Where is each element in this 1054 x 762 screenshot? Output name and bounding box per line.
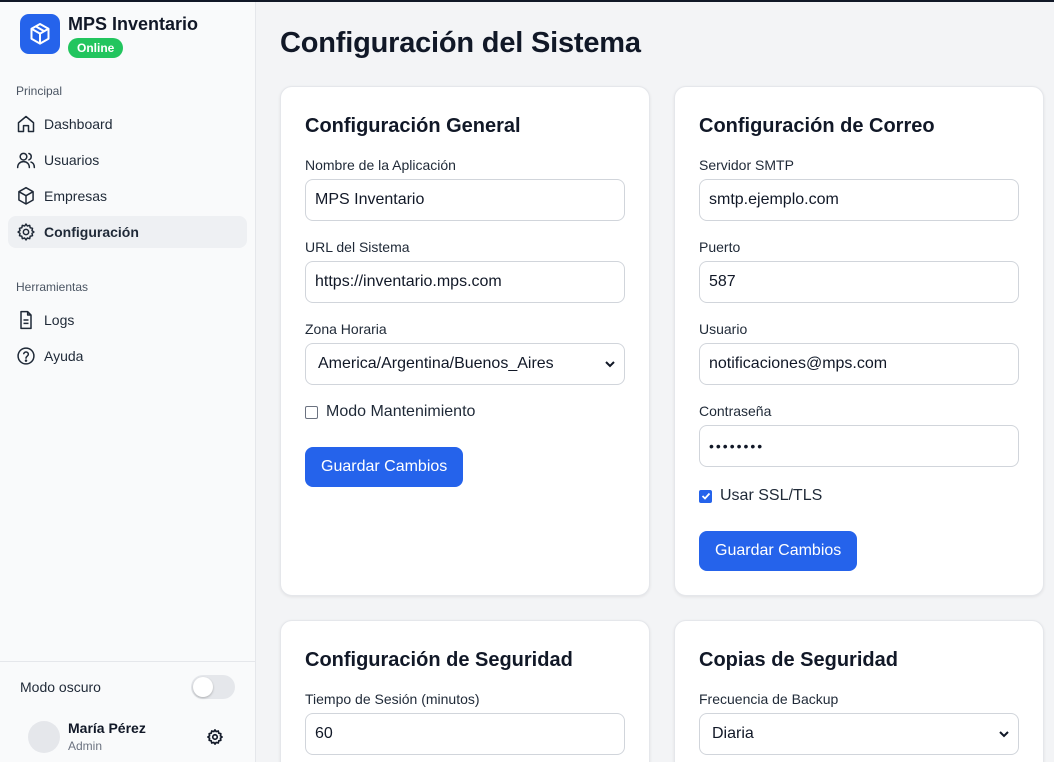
session-time-label: Tiempo de Sesión (minutos) xyxy=(305,691,480,707)
password-field[interactable]: •••••••• xyxy=(699,425,1019,467)
window-top-border xyxy=(0,0,1054,2)
page-title: Configuración del Sistema xyxy=(280,27,641,59)
users-icon xyxy=(16,152,36,169)
session-time-input[interactable] xyxy=(305,713,625,755)
smtp-server-label: Servidor SMTP xyxy=(699,157,794,173)
check-icon xyxy=(701,492,710,500)
app-name-input[interactable] xyxy=(305,179,625,221)
sidebar-item-ayuda[interactable]: Ayuda xyxy=(8,340,247,372)
maintenance-mode-row[interactable]: Modo Mantenimiento xyxy=(305,403,475,421)
card-title: Configuración de Correo xyxy=(699,115,935,137)
section-label-herramientas: Herramientas xyxy=(16,280,89,294)
card-title: Configuración General xyxy=(305,115,521,137)
card-title: Configuración de Seguridad xyxy=(305,649,573,671)
save-general-button[interactable]: Guardar Cambios xyxy=(305,447,464,487)
sidebar-item-usuarios[interactable]: Usuarios xyxy=(8,144,247,176)
help-circle-icon xyxy=(17,347,35,365)
toggle-knob xyxy=(193,677,213,697)
ssl-tls-checkbox[interactable] xyxy=(699,489,712,503)
timezone-selected-value: America/Argentina/Buenos_Aires xyxy=(318,355,554,372)
gear-icon xyxy=(17,223,35,241)
app-name: MPS Inventario xyxy=(68,14,199,34)
smtp-server-input[interactable] xyxy=(699,179,1019,221)
sidebar-item-label: Dashboard xyxy=(44,116,113,132)
maintenance-mode-label: Modo Mantenimiento xyxy=(326,403,476,420)
sidebar-item-label: Ayuda xyxy=(44,348,84,364)
security-settings-card: Configuración de Seguridad Tiempo de Ses… xyxy=(280,620,650,762)
ssl-tls-row[interactable]: Usar SSL/TLS xyxy=(699,487,822,505)
status-badge: Online xyxy=(68,38,124,58)
sidebar-item-label: Logs xyxy=(44,312,75,328)
port-input[interactable] xyxy=(699,261,1019,303)
file-text-icon xyxy=(20,310,32,330)
general-settings-card: Configuración General Nombre de la Aplic… xyxy=(280,86,650,596)
chevron-down-icon xyxy=(999,731,1009,738)
user-name: María Pérez xyxy=(68,720,146,736)
backup-settings-card: Copias de Seguridad Frecuencia de Backup… xyxy=(674,620,1044,762)
maintenance-mode-checkbox[interactable] xyxy=(305,405,318,419)
sidebar-footer: Modo oscuro María Pérez Admin xyxy=(0,661,255,762)
backup-frequency-label: Frecuencia de Backup xyxy=(699,691,839,707)
dark-mode-label: Modo oscuro xyxy=(20,679,101,695)
backup-frequency-value: Diaria xyxy=(712,725,754,742)
timezone-label: Zona Horaria xyxy=(305,321,387,337)
home-icon xyxy=(17,115,35,133)
port-label: Puerto xyxy=(699,239,741,255)
system-url-label: URL del Sistema xyxy=(305,239,410,255)
ssl-tls-label: Usar SSL/TLS xyxy=(720,487,823,504)
card-title: Copias de Seguridad xyxy=(699,649,898,671)
cube-logo-icon xyxy=(20,14,60,54)
timezone-select[interactable]: America/Argentina/Buenos_Aires xyxy=(305,343,625,385)
password-value: •••••••• xyxy=(709,438,765,454)
mail-settings-card: Configuración de Correo Servidor SMTP Pu… xyxy=(674,86,1044,596)
mail-user-input[interactable] xyxy=(699,343,1019,385)
sidebar-item-dashboard[interactable]: Dashboard xyxy=(8,108,247,140)
avatar[interactable] xyxy=(28,721,60,753)
sidebar-item-logs[interactable]: Logs xyxy=(8,304,247,336)
user-role: Admin xyxy=(68,739,103,753)
app-name-label: Nombre de la Aplicación xyxy=(305,157,456,173)
sidebar: MPS Inventario Online Principal Dashboar… xyxy=(0,0,256,762)
sidebar-item-empresas[interactable]: Empresas xyxy=(8,180,247,212)
backup-frequency-select[interactable]: Diaria xyxy=(699,713,1019,755)
sidebar-item-label: Empresas xyxy=(44,188,108,204)
brand: MPS Inventario Online xyxy=(20,14,198,58)
sidebar-item-configuracion[interactable]: Configuración xyxy=(8,216,247,248)
system-url-input[interactable] xyxy=(305,261,625,303)
mail-user-label: Usuario xyxy=(699,321,748,337)
sidebar-item-label: Configuración xyxy=(44,224,139,240)
sidebar-item-label: Usuarios xyxy=(44,152,100,168)
box-icon xyxy=(18,186,34,205)
chevron-down-icon xyxy=(605,361,615,368)
dark-mode-toggle[interactable] xyxy=(191,675,235,699)
password-label: Contraseña xyxy=(699,403,772,419)
section-label-principal: Principal xyxy=(16,84,63,98)
save-mail-button[interactable]: Guardar Cambios xyxy=(699,531,858,571)
user-settings-gear-icon[interactable] xyxy=(206,728,224,746)
